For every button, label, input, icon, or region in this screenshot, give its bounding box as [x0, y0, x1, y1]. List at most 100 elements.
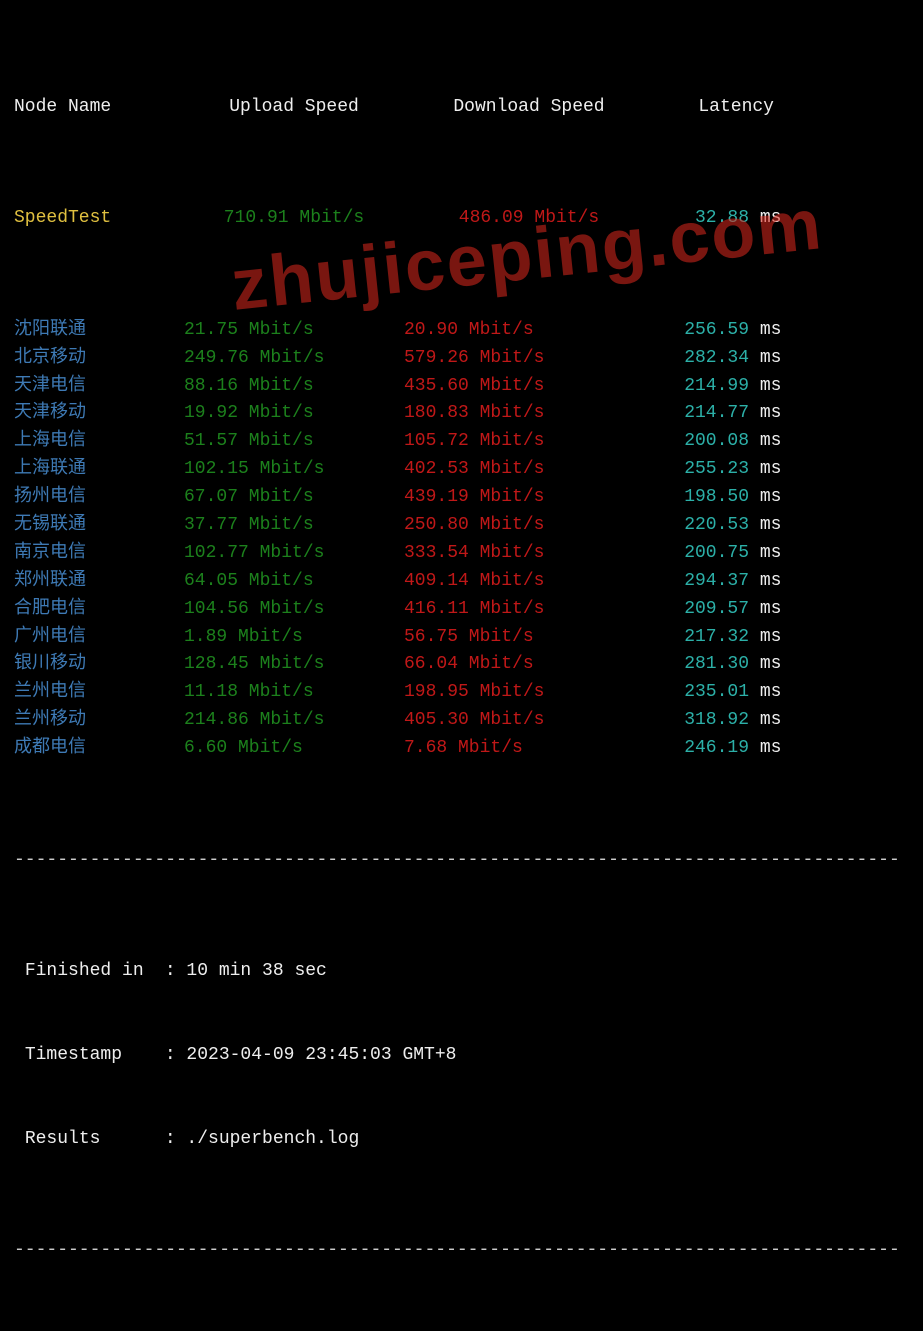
- download-value: 402.53 Mbit/s: [404, 456, 654, 484]
- table-row: 天津移动19.92 Mbit/s180.83 Mbit/s214.77 ms: [14, 400, 909, 428]
- latency-value: 256.59: [654, 317, 749, 345]
- download-value: 405.30 Mbit/s: [404, 707, 654, 735]
- table-row: 郑州联通64.05 Mbit/s409.14 Mbit/s294.37 ms: [14, 568, 909, 596]
- latency-unit: ms: [760, 654, 782, 674]
- download-value: 66.04 Mbit/s: [404, 651, 654, 679]
- latency-unit: ms: [760, 738, 782, 758]
- node-speedtest: SpeedTest: [14, 205, 184, 233]
- node-name: 无锡联通: [14, 512, 184, 540]
- node-name: 兰州移动: [14, 707, 184, 735]
- node-name: 成都电信: [14, 735, 184, 763]
- table-row: 北京移动249.76 Mbit/s579.26 Mbit/s282.34 ms: [14, 345, 909, 373]
- rows-container: 沈阳联通21.75 Mbit/s20.90 Mbit/s256.59 ms北京移…: [14, 317, 909, 763]
- table-row: 无锡联通37.77 Mbit/s250.80 Mbit/s220.53 ms: [14, 512, 909, 540]
- node-name: 天津电信: [14, 373, 184, 401]
- download-value: 439.19 Mbit/s: [404, 484, 654, 512]
- header-node: Node Name: [14, 94, 184, 122]
- latency-unit: ms: [760, 403, 782, 423]
- node-name: 合肥电信: [14, 596, 184, 624]
- latency-value: 282.34: [654, 345, 749, 373]
- download-value: 198.95 Mbit/s: [404, 679, 654, 707]
- upload-value: 102.15 Mbit/s: [184, 456, 404, 484]
- footer-timestamp-val: 2023-04-09 23:45:03 GMT+8: [186, 1045, 456, 1065]
- upload-value: 104.56 Mbit/s: [184, 596, 404, 624]
- divider-top: ----------------------------------------…: [14, 847, 909, 875]
- footer-results-val: ./superbench.log: [186, 1129, 359, 1149]
- table-row: 银川移动128.45 Mbit/s66.04 Mbit/s281.30 ms: [14, 651, 909, 679]
- upload-value: 1.89 Mbit/s: [184, 624, 404, 652]
- latency-unit: ms: [760, 710, 782, 730]
- download-value: 435.60 Mbit/s: [404, 373, 654, 401]
- latency-unit: ms: [760, 543, 782, 563]
- table-row: 南京电信102.77 Mbit/s333.54 Mbit/s200.75 ms: [14, 540, 909, 568]
- latency-value: 198.50: [654, 484, 749, 512]
- latency-value: 294.37: [654, 568, 749, 596]
- node-name: 南京电信: [14, 540, 184, 568]
- latency-value: 217.32: [654, 624, 749, 652]
- node-name: 广州电信: [14, 624, 184, 652]
- download-value: 579.26 Mbit/s: [404, 345, 654, 373]
- table-row: 兰州电信11.18 Mbit/s198.95 Mbit/s235.01 ms: [14, 679, 909, 707]
- header-latency: Latency: [654, 94, 774, 122]
- latency-value: 281.30: [654, 651, 749, 679]
- upload-value: 128.45 Mbit/s: [184, 651, 404, 679]
- latency-value: 214.77: [654, 400, 749, 428]
- table-row: 广州电信1.89 Mbit/s56.75 Mbit/s217.32 ms: [14, 624, 909, 652]
- latency-unit: ms: [760, 515, 782, 535]
- table-row: 扬州电信67.07 Mbit/s439.19 Mbit/s198.50 ms: [14, 484, 909, 512]
- upload-value: 11.18 Mbit/s: [184, 679, 404, 707]
- latency-value: 200.08: [654, 428, 749, 456]
- latency-unit: ms: [760, 571, 782, 591]
- latency-unit: ms: [760, 599, 782, 619]
- download-value: 7.68 Mbit/s: [404, 735, 654, 763]
- header-download: Download Speed: [404, 94, 654, 122]
- node-name: 上海联通: [14, 456, 184, 484]
- latency-value: 220.53: [654, 512, 749, 540]
- latency-value: 318.92: [654, 707, 749, 735]
- latency-unit: ms: [760, 627, 782, 647]
- latency-unit: ms: [760, 348, 782, 368]
- download-value: 56.75 Mbit/s: [404, 624, 654, 652]
- node-name: 沈阳联通: [14, 317, 184, 345]
- upload-value: 249.76 Mbit/s: [184, 345, 404, 373]
- footer-results-label: Results: [25, 1126, 165, 1154]
- latency-value: 235.01: [654, 679, 749, 707]
- footer-finished: Finished in: 10 min 38 sec: [14, 958, 909, 986]
- latency-value: 214.99: [654, 373, 749, 401]
- download-value: 333.54 Mbit/s: [404, 540, 654, 568]
- upload-value: 51.57 Mbit/s: [184, 428, 404, 456]
- table-row: 成都电信6.60 Mbit/s7.68 Mbit/s246.19 ms: [14, 735, 909, 763]
- table-row: 合肥电信104.56 Mbit/s416.11 Mbit/s209.57 ms: [14, 596, 909, 624]
- footer-results: Results: ./superbench.log: [14, 1126, 909, 1154]
- table-header: Node NameUpload SpeedDownload SpeedLaten…: [14, 94, 909, 122]
- upload-value: 19.92 Mbit/s: [184, 400, 404, 428]
- latency-unit: ms: [760, 320, 782, 340]
- upload-value: 88.16 Mbit/s: [184, 373, 404, 401]
- download-value: 409.14 Mbit/s: [404, 568, 654, 596]
- table-row: 上海电信51.57 Mbit/s105.72 Mbit/s200.08 ms: [14, 428, 909, 456]
- speedtest-row: SpeedTest710.91 Mbit/s486.09 Mbit/s32.88…: [14, 205, 909, 233]
- download-value: 250.80 Mbit/s: [404, 512, 654, 540]
- latency-value: 255.23: [654, 456, 749, 484]
- latency-unit: ms: [760, 682, 782, 702]
- node-name: 北京移动: [14, 345, 184, 373]
- download-value: 180.83 Mbit/s: [404, 400, 654, 428]
- speedtest-upload: 710.91 Mbit/s: [184, 205, 404, 233]
- table-row: 天津电信88.16 Mbit/s435.60 Mbit/s214.99 ms: [14, 373, 909, 401]
- table-row: 上海联通102.15 Mbit/s402.53 Mbit/s255.23 ms: [14, 456, 909, 484]
- speedtest-download: 486.09 Mbit/s: [404, 205, 654, 233]
- footer-finished-val: 10 min 38 sec: [186, 961, 326, 981]
- latency-unit: ms: [760, 487, 782, 507]
- latency-unit: ms: [760, 376, 782, 396]
- node-name: 银川移动: [14, 651, 184, 679]
- upload-value: 64.05 Mbit/s: [184, 568, 404, 596]
- latency-value: 209.57: [654, 596, 749, 624]
- footer-timestamp-label: Timestamp: [25, 1042, 165, 1070]
- node-name: 天津移动: [14, 400, 184, 428]
- upload-value: 6.60 Mbit/s: [184, 735, 404, 763]
- upload-value: 102.77 Mbit/s: [184, 540, 404, 568]
- node-name: 上海电信: [14, 428, 184, 456]
- table-row: 兰州移动214.86 Mbit/s405.30 Mbit/s318.92 ms: [14, 707, 909, 735]
- latency-value: 246.19: [654, 735, 749, 763]
- upload-value: 37.77 Mbit/s: [184, 512, 404, 540]
